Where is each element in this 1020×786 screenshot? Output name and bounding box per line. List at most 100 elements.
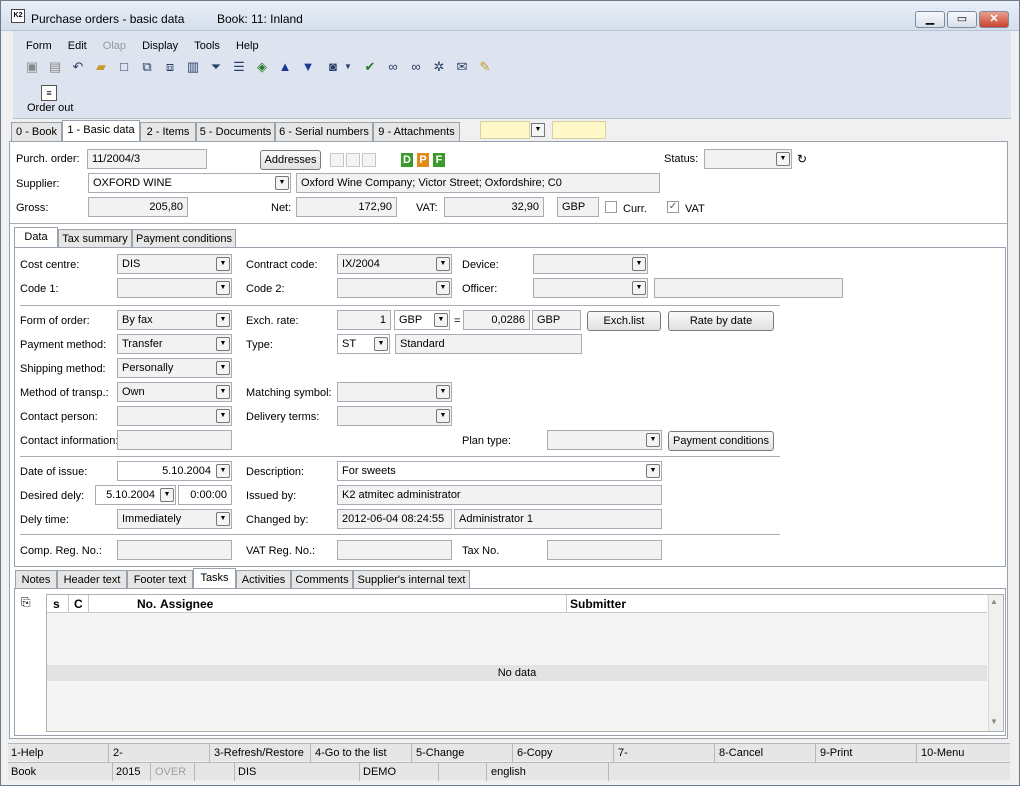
- order-out-label[interactable]: Order out: [27, 101, 73, 115]
- contact-person-select[interactable]: ▼: [117, 406, 232, 426]
- mail-icon[interactable]: ✉: [454, 59, 470, 75]
- camera-icon[interactable]: ◙: [325, 59, 341, 75]
- chevron-down-icon[interactable]: ▼: [343, 59, 353, 75]
- menu-help[interactable]: Help: [236, 37, 259, 55]
- rate-by-date-button[interactable]: Rate by date: [668, 311, 774, 331]
- col-submitter[interactable]: Submitter: [570, 597, 626, 611]
- binoculars-icon[interactable]: ∞: [385, 59, 401, 75]
- arrow-up-icon[interactable]: ▲: [277, 59, 293, 75]
- method-transp-select[interactable]: Own ▼: [117, 382, 232, 402]
- desired-dely-time-field[interactable]: 0:00:00: [178, 485, 232, 505]
- open-folder-icon[interactable]: ▰: [93, 59, 109, 75]
- purch-order-field[interactable]: 11/2004/3: [87, 149, 207, 169]
- menu-form[interactable]: Form: [26, 37, 52, 55]
- contact-info-field[interactable]: [117, 430, 232, 450]
- fkey-5[interactable]: 5-Change: [416, 746, 464, 760]
- col-no[interactable]: No.: [137, 597, 156, 611]
- tab-items[interactable]: 2 - Items: [140, 122, 196, 141]
- tab-payment-conditions[interactable]: Payment conditions: [132, 229, 236, 248]
- vat-reg-field[interactable]: [337, 540, 452, 560]
- addresses-button[interactable]: Addresses: [260, 150, 321, 170]
- tax-no-field[interactable]: [547, 540, 662, 560]
- book-icon[interactable]: ▥: [185, 59, 201, 75]
- col-c[interactable]: C: [74, 597, 83, 611]
- tab-header-text[interactable]: Header text: [57, 570, 127, 589]
- new-task-icon[interactable]: ⎘: [21, 595, 35, 609]
- tab-footer-text[interactable]: Footer text: [127, 570, 193, 589]
- type-select[interactable]: ST ▼: [337, 334, 390, 354]
- binoculars-next-icon[interactable]: ∞: [408, 59, 424, 75]
- fkey-10[interactable]: 10-Menu: [921, 746, 964, 760]
- contract-code-select[interactable]: IX/2004 ▼: [337, 254, 452, 274]
- filter-field[interactable]: [480, 121, 530, 139]
- paste-icon[interactable]: ⧈: [162, 59, 178, 75]
- vat-checkbox[interactable]: ✓: [667, 201, 679, 213]
- exch-rate-currency-select[interactable]: GBP ▼: [394, 310, 450, 330]
- tools-icon[interactable]: ✲: [431, 59, 447, 75]
- tab-activities[interactable]: Activities: [236, 570, 291, 589]
- status-select[interactable]: ▼: [704, 149, 792, 169]
- minimize-button[interactable]: ▁: [915, 11, 945, 28]
- close-button[interactable]: ✕: [979, 11, 1009, 28]
- filter-list-icon[interactable]: ☰: [231, 59, 247, 75]
- tasks-scrollbar[interactable]: [988, 595, 1003, 731]
- tab-notes[interactable]: Notes: [15, 570, 57, 589]
- maximize-button[interactable]: ▭: [947, 11, 977, 28]
- save-as-icon[interactable]: ▤: [47, 59, 63, 75]
- fkey-4[interactable]: 4-Go to the list: [315, 746, 387, 760]
- filter-icon[interactable]: ⏷: [208, 59, 224, 75]
- tree-icon[interactable]: ✔: [362, 59, 378, 75]
- fkey-7[interactable]: 7-: [618, 746, 628, 760]
- filter-dropdown-icon[interactable]: ▼: [531, 123, 545, 137]
- tab-tax-summary[interactable]: Tax summary: [58, 229, 132, 248]
- tab-suppliers-internal-text[interactable]: Supplier's internal text: [353, 570, 470, 589]
- officer-select[interactable]: ▼: [533, 278, 648, 298]
- tab-attachments[interactable]: 9 - Attachments: [373, 122, 460, 141]
- filter-field-2[interactable]: [552, 121, 606, 139]
- fkey-9[interactable]: 9-Print: [820, 746, 852, 760]
- exch-rate-amount-field[interactable]: 1: [337, 310, 391, 330]
- delivery-terms-select[interactable]: ▼: [337, 406, 452, 426]
- tab-documents[interactable]: 5 - Documents: [196, 122, 275, 141]
- payment-method-select[interactable]: Transfer ▼: [117, 334, 232, 354]
- shipping-method-select[interactable]: Personally ▼: [117, 358, 232, 378]
- cost-centre-select[interactable]: DIS ▼: [117, 254, 232, 274]
- exch-rate-value-field[interactable]: 0,0286: [463, 310, 530, 330]
- tab-basic-data[interactable]: 1 - Basic data: [62, 120, 140, 141]
- payment-conditions-button[interactable]: Payment conditions: [668, 431, 774, 451]
- notes-icon[interactable]: ✎: [477, 59, 493, 75]
- plan-type-select[interactable]: ▼: [547, 430, 662, 450]
- stack-icon[interactable]: ◈: [254, 59, 270, 75]
- dely-time-select[interactable]: Immediately ▼: [117, 509, 232, 529]
- col-s[interactable]: s: [53, 597, 60, 611]
- fkey-3[interactable]: 3-Refresh/Restore: [214, 746, 304, 760]
- fkey-6[interactable]: 6-Copy: [517, 746, 552, 760]
- arrow-down-icon[interactable]: ▼: [300, 59, 316, 75]
- comp-reg-field[interactable]: [117, 540, 232, 560]
- fkey-8[interactable]: 8-Cancel: [719, 746, 763, 760]
- menu-display[interactable]: Display: [142, 37, 178, 55]
- device-select[interactable]: ▼: [533, 254, 648, 274]
- matching-symbol-select[interactable]: ▼: [337, 382, 452, 402]
- scroll-down-icon[interactable]: ▼: [990, 717, 998, 726]
- description-select[interactable]: For sweets ▼: [337, 461, 662, 481]
- tab-comments[interactable]: Comments: [291, 570, 353, 589]
- exch-list-button[interactable]: Exch.list: [587, 311, 661, 331]
- refresh-status-icon[interactable]: ↻: [797, 152, 807, 166]
- undo-icon[interactable]: ↶: [70, 59, 86, 75]
- tab-tasks[interactable]: Tasks: [193, 568, 236, 589]
- scroll-up-icon[interactable]: ▲: [990, 597, 998, 606]
- tab-data[interactable]: Data: [14, 227, 58, 248]
- col-assignee[interactable]: Assignee: [160, 597, 213, 611]
- menu-tools[interactable]: Tools: [194, 37, 220, 55]
- code1-select[interactable]: ▼: [117, 278, 232, 298]
- code2-select[interactable]: ▼: [337, 278, 452, 298]
- order-out-icon[interactable]: ≡: [41, 85, 57, 101]
- date-of-issue-field[interactable]: 5.10.2004 ▼: [117, 461, 232, 481]
- tab-book[interactable]: 0 - Book: [11, 122, 62, 141]
- fkey-1[interactable]: 1-Help: [11, 746, 43, 760]
- menu-edit[interactable]: Edit: [68, 37, 87, 55]
- fkey-2[interactable]: 2-: [113, 746, 123, 760]
- save-icon[interactable]: ▣: [24, 59, 40, 75]
- tab-serial-numbers[interactable]: 6 - Serial numbers: [275, 122, 373, 141]
